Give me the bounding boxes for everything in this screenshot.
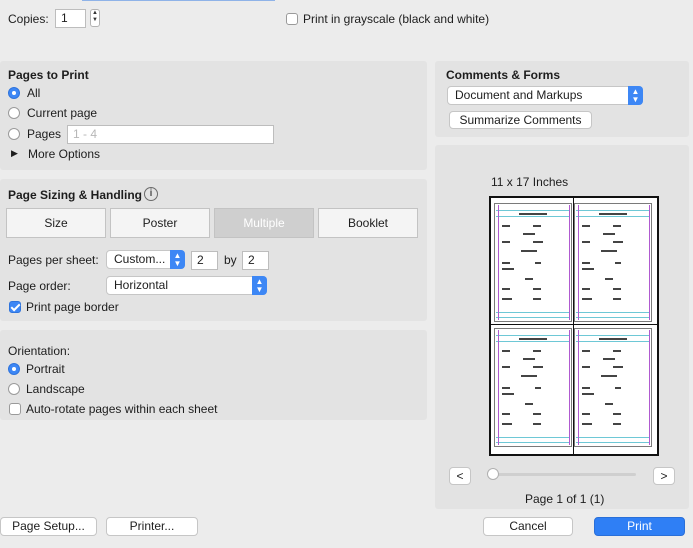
autorotate-checkbox[interactable] [9,403,21,415]
top-accent-line [82,0,275,1]
printer-button[interactable]: Printer... [106,517,198,536]
comments-popup[interactable]: Document and Markups ▲ ▼ [447,86,643,105]
grayscale-label: Print in grayscale (black and white) [303,12,490,26]
comments-value: Document and Markups [455,88,583,102]
tab-size[interactable]: Size [6,208,106,238]
tab-booklet[interactable]: Booklet [318,208,418,238]
pages-to-print-title: Pages to Print [8,68,89,82]
copies-label: Copies: [8,12,49,26]
pages-per-sheet-popup[interactable]: Custom... ▲ ▼ [106,250,185,269]
all-label: All [27,86,41,100]
next-page-button[interactable]: > [653,467,675,485]
summarize-comments-button[interactable]: Summarize Comments [449,111,592,129]
page-order-value: Horizontal [114,278,169,292]
page-slider-thumb[interactable] [487,468,499,480]
current-page-radio[interactable] [8,107,20,119]
cancel-button[interactable]: Cancel [483,517,573,536]
page-order-label: Page order: [8,279,71,293]
pages-radio[interactable] [8,128,20,140]
page-status-label: Page 1 of 1 (1) [525,492,605,506]
tab-multiple[interactable]: Multiple [214,208,314,238]
page-order-popup[interactable]: Horizontal ▲ ▼ [106,276,267,295]
landscape-label: Landscape [26,382,85,396]
info-icon[interactable]: i [144,187,158,201]
rows-field[interactable]: 2 [242,251,269,270]
pages-label: Pages [27,127,62,141]
preview-page [494,203,572,322]
by-label: by [224,253,237,267]
pages-per-sheet-label: Pages per sheet: [8,253,99,267]
copies-stepper[interactable]: ▲ ▼ [90,9,100,27]
print-button[interactable]: Print [594,517,685,536]
preview-page [574,328,652,447]
page-sizing-title: Page Sizing & Handling [8,188,143,202]
portrait-label: Portrait [26,362,65,376]
cols-field[interactable]: 2 [191,251,218,270]
preview-page [574,203,652,322]
landscape-radio[interactable] [8,383,20,395]
sheet-divider-vertical [573,198,574,454]
preview-page [494,328,572,447]
current-page-label: Current page [27,106,98,120]
copies-field[interactable]: 1 [55,9,86,28]
disclosure-triangle-icon[interactable]: ▶ [11,148,18,159]
all-radio[interactable] [8,87,20,99]
popup-arrows-icon: ▲ ▼ [170,250,185,269]
popup-arrows-icon: ▲ ▼ [252,276,267,295]
popup-arrows-icon: ▲ ▼ [628,86,643,105]
more-options-label[interactable]: More Options [28,147,100,161]
page-slider-track[interactable] [491,473,636,476]
paper-size-label: 11 x 17 Inches [491,175,569,189]
print-border-checkbox[interactable] [9,301,21,313]
tab-poster[interactable]: Poster [110,208,210,238]
preview-sheet [489,196,659,456]
sheet-divider-horizontal [491,324,657,325]
comments-forms-title: Comments & Forms [446,68,561,82]
orientation-title: Orientation: [8,344,71,358]
portrait-radio[interactable] [8,363,20,375]
pages-range-input[interactable]: 1 - 4 [67,125,274,144]
print-border-label: Print page border [26,300,119,314]
autorotate-label: Auto-rotate pages within each sheet [26,402,218,416]
pages-per-sheet-value: Custom... [114,252,166,266]
grayscale-checkbox[interactable] [286,13,298,25]
previous-page-button[interactable]: < [449,467,471,485]
page-setup-button[interactable]: Page Setup... [0,517,97,536]
